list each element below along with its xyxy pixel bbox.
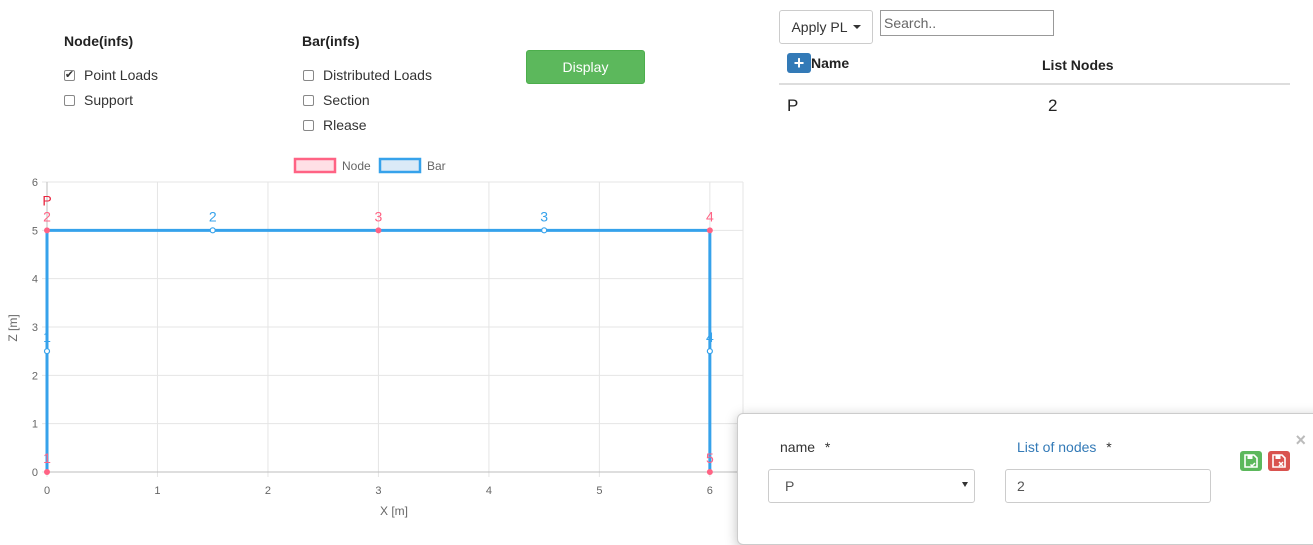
y-tick-label: 2 <box>32 370 38 382</box>
x-tick-label: 4 <box>486 485 492 497</box>
name-select[interactable]: P <box>768 469 975 503</box>
bar-label: 4 <box>706 329 714 345</box>
chart-grid <box>42 181 744 477</box>
node-group-title: Node(infs) <box>64 33 134 49</box>
name-field-label: name * <box>780 439 830 455</box>
search-input[interactable] <box>880 10 1054 36</box>
y-tick-label: 1 <box>32 419 38 431</box>
legend-node-label: Node <box>342 159 371 173</box>
node-label: 2 <box>43 208 51 224</box>
table-header-divider <box>779 83 1290 85</box>
edit-load-modal: name * List of nodes * P × <box>737 413 1313 545</box>
node-point <box>706 227 713 234</box>
bar-midpoint <box>541 227 548 234</box>
bar-label: 1 <box>43 329 51 345</box>
checkbox-support[interactable] <box>64 94 75 106</box>
x-axis-label: X [m] <box>380 504 408 518</box>
name-select-value: P <box>785 478 795 494</box>
column-header-list-nodes: List Nodes <box>1042 57 1114 73</box>
bar-label: 2 <box>209 208 217 224</box>
save-button[interactable] <box>1240 451 1262 471</box>
section-label: Section <box>323 92 370 108</box>
node-point <box>375 227 382 234</box>
legend-node-swatch <box>293 157 337 174</box>
nodes-required-mark: * <box>1106 439 1112 455</box>
bar-label: 3 <box>540 208 548 224</box>
distributed-loads-label: Distributed Loads <box>323 67 432 83</box>
y-tick-label: 5 <box>32 225 38 237</box>
x-tick-label: 0 <box>44 485 50 497</box>
legend-bar-swatch <box>378 157 422 174</box>
x-tick-label: 1 <box>154 485 160 497</box>
apply-pl-label: Apply PL <box>791 19 848 35</box>
table-row-name-cell[interactable]: P <box>787 96 798 116</box>
name-label-text: name <box>780 439 816 455</box>
table-row-nodes-cell[interactable]: 2 <box>1048 96 1057 116</box>
select-caret-icon <box>962 482 968 487</box>
node-label: 4 <box>706 208 714 224</box>
release-checkbox[interactable]: Rlease <box>303 117 367 133</box>
nodes-label-text: List of nodes <box>1017 439 1097 455</box>
node-point <box>706 469 713 475</box>
x-tick-label: 3 <box>375 485 381 497</box>
node-label: 5 <box>706 450 714 466</box>
nodes-field-label: List of nodes * <box>1017 439 1112 455</box>
y-tick-label: 4 <box>32 274 38 286</box>
release-label: Rlease <box>323 117 367 133</box>
y-tick-label: 3 <box>32 322 38 334</box>
bar-midpoint <box>43 348 51 355</box>
plus-icon: + <box>793 53 805 73</box>
legend-bar-label: Bar <box>427 159 446 173</box>
apply-pl-dropdown[interactable]: Apply PL <box>779 10 873 44</box>
y-axis-label: Z [m] <box>6 314 20 341</box>
close-icon[interactable]: × <box>1295 430 1306 451</box>
display-button[interactable]: Display <box>526 50 645 84</box>
y-tick-label: 6 <box>32 177 38 189</box>
checkbox-point-loads[interactable]: ✔ <box>64 69 75 81</box>
name-required-mark: * <box>824 439 831 455</box>
add-load-button[interactable]: + <box>787 53 811 73</box>
node-point <box>44 227 50 234</box>
cancel-button[interactable] <box>1268 451 1290 471</box>
support-label: Support <box>84 92 134 108</box>
checkbox-distributed-loads[interactable] <box>303 69 314 81</box>
point-loads-label: Point Loads <box>84 67 158 83</box>
nodes-input[interactable] <box>1005 469 1211 503</box>
bar-midpoint <box>706 348 713 355</box>
checkbox-release[interactable] <box>303 119 314 131</box>
checkbox-section[interactable] <box>303 94 314 106</box>
node-point <box>44 469 50 475</box>
y-tick-label: 0 <box>32 467 38 479</box>
node-label: 1 <box>43 450 51 466</box>
chart-legend: Node Bar <box>293 157 446 174</box>
structure-chart: Node Bar 0 1 2 3 4 5 60123456 12 34 12 3 45P X [m… <box>6 157 744 518</box>
section-checkbox[interactable]: Section <box>303 92 370 108</box>
cancel-icon <box>1272 454 1286 468</box>
save-icon <box>1244 454 1258 468</box>
node-label: 3 <box>375 208 383 224</box>
point-load-label: P <box>42 192 51 208</box>
bar-group-title: Bar(infs) <box>302 33 360 49</box>
support-checkbox[interactable]: Support <box>64 92 133 108</box>
chart-axes: 0 1 2 3 4 5 60123456 <box>32 177 743 497</box>
x-tick-label: 5 <box>596 485 602 497</box>
point-loads-checkbox[interactable]: ✔ Point Loads <box>64 67 158 83</box>
x-tick-label: 6 <box>707 485 713 497</box>
distributed-loads-checkbox[interactable]: Distributed Loads <box>303 67 432 83</box>
column-header-name: Name <box>811 55 850 71</box>
caret-down-icon <box>852 25 861 29</box>
x-tick-label: 2 <box>265 485 271 497</box>
bar-midpoint <box>209 227 216 234</box>
